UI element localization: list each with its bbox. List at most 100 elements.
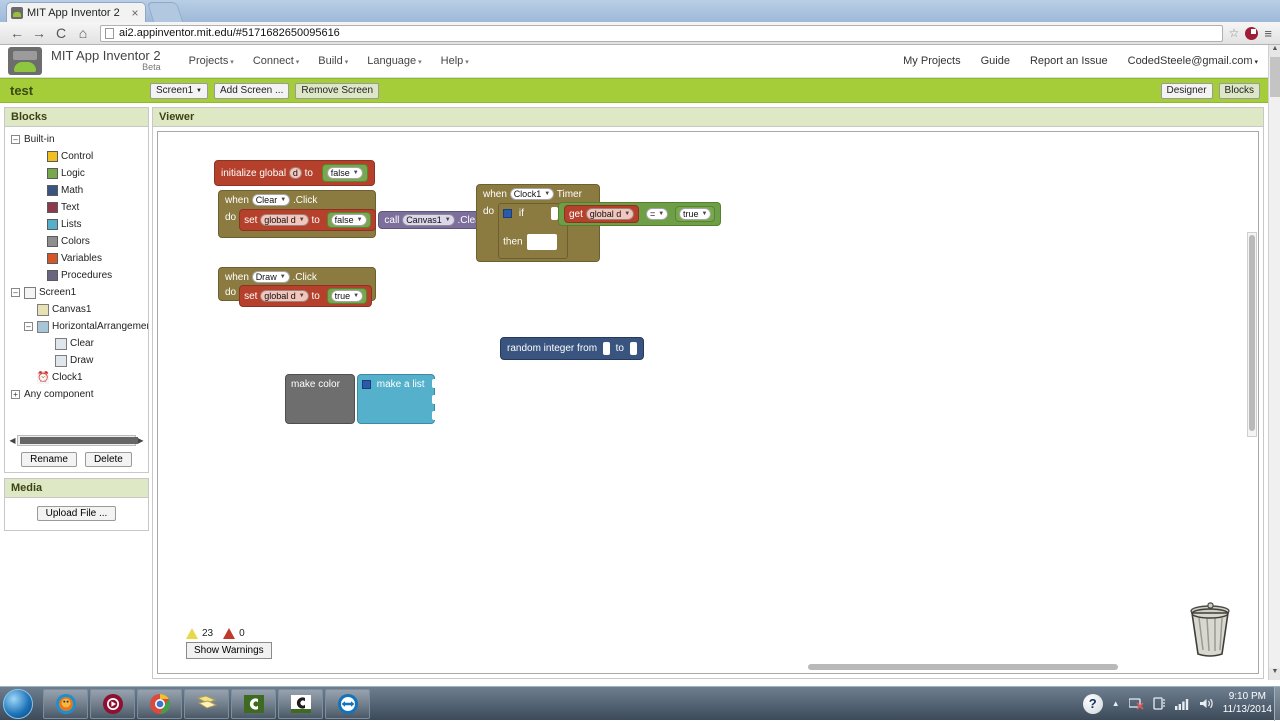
list-socket-2[interactable] <box>432 395 438 404</box>
tree-node-builtin[interactable]: ‒ Built-in <box>7 131 146 148</box>
blocks-button[interactable]: Blocks <box>1218 82 1260 99</box>
collapse-icon[interactable]: ‒ <box>11 288 20 297</box>
screen-selector[interactable]: Screen1 ▼ <box>150 82 208 99</box>
block-random-integer[interactable]: random integer from to <box>500 337 644 360</box>
bookmark-star-icon[interactable]: ☆ <box>1229 26 1240 40</box>
show-warnings-button[interactable]: Show Warnings <box>186 642 272 659</box>
taskbar-firefox-button[interactable] <box>43 688 88 719</box>
taskbar-camtasia-studio-button[interactable] <box>278 688 323 719</box>
block-logic-compare[interactable]: get global d ▼ = ▼ true ▼ <box>558 202 722 226</box>
scroll-up-icon[interactable]: ▲ <box>1269 45 1280 57</box>
blocks-workspace[interactable]: initialize global d to false ▼ when Clear… <box>157 131 1259 674</box>
home-icon[interactable]: ⌂ <box>72 23 94 43</box>
draw-component-dropdown[interactable]: Draw ▼ <box>251 271 290 283</box>
chrome-menu-icon[interactable]: ≡ <box>1264 26 1272 41</box>
page-scroll-thumb[interactable] <box>1270 57 1280 97</box>
init-global-name[interactable]: d <box>288 167 302 179</box>
sidebar-item-math[interactable]: Math <box>7 182 146 199</box>
sidebar-item-procedures[interactable]: Procedures <box>7 267 146 284</box>
network-disconnected-icon[interactable] <box>1128 697 1144 710</box>
tree-node-screen1[interactable]: ‒ Screen1 <box>7 284 146 301</box>
block-make-color[interactable]: make color <box>285 374 355 424</box>
scroll-thumb[interactable] <box>20 437 138 444</box>
sidebar-item-variables[interactable]: Variables <box>7 250 146 267</box>
start-button[interactable] <box>3 688 33 719</box>
sidebar-item-colors[interactable]: Colors <box>7 233 146 250</box>
account-email[interactable]: CodedSteele@gmail.com <box>1128 55 1258 67</box>
tree-horizontal-scrollbar[interactable]: ◀ ▶ <box>8 434 145 447</box>
block-logic-true[interactable]: true ▼ <box>326 288 368 304</box>
scroll-track[interactable] <box>17 435 138 446</box>
signal-strength-icon[interactable] <box>1174 698 1190 710</box>
menu-language[interactable]: Language <box>367 55 421 67</box>
block-initialize-global[interactable]: initialize global d to false ▼ <box>214 160 375 186</box>
sidebar-item-lists[interactable]: Lists <box>7 216 146 233</box>
delete-button[interactable]: Delete <box>84 452 132 467</box>
reload-icon[interactable]: C <box>50 23 72 43</box>
add-screen-button[interactable]: Add Screen ... <box>213 82 290 99</box>
logic-true-value[interactable]: true ▼ <box>330 290 364 302</box>
tree-node-any-component[interactable]: + Any component <box>7 386 146 403</box>
taskbar-chrome-button[interactable] <box>137 688 182 719</box>
logic-false-value[interactable]: false ▼ <box>326 167 363 179</box>
block-logic-false[interactable]: false ▼ <box>321 164 368 182</box>
canvas-component-dropdown[interactable]: Canvas1 ▼ <box>402 214 455 226</box>
scroll-down-icon[interactable]: ▼ <box>1269 668 1280 680</box>
workspace-vertical-scrollbar[interactable] <box>1247 232 1257 437</box>
sidebar-item-draw[interactable]: Draw <box>7 352 146 369</box>
workspace-hscroll-thumb[interactable] <box>808 664 1118 670</box>
clock-component-dropdown[interactable]: Clock1 ▼ <box>509 188 555 200</box>
mutator-icon[interactable] <box>503 209 513 218</box>
upload-file-button[interactable]: Upload File ... <box>36 506 117 521</box>
volume-icon[interactable] <box>1199 697 1214 710</box>
sidebar-item-clear[interactable]: Clear <box>7 335 146 352</box>
back-icon[interactable]: ← <box>6 23 28 43</box>
collapse-icon[interactable]: ‒ <box>11 135 20 144</box>
block-logic-false-2[interactable]: false ▼ <box>326 212 371 228</box>
comparison-operator-dropdown[interactable]: = ▼ <box>645 208 669 220</box>
new-tab-button[interactable] <box>146 2 184 22</box>
menu-build[interactable]: Build <box>318 55 348 67</box>
taskbar-teamviewer-button[interactable] <box>325 688 370 719</box>
designer-button[interactable]: Designer <box>1160 82 1213 99</box>
sidebar-item-clock1[interactable]: ⏰ Clock1 <box>7 369 146 386</box>
block-call-canvas-clear[interactable]: call Canvas1 ▼ .Clear <box>378 211 491 229</box>
mutator-icon-list[interactable] <box>362 379 371 389</box>
action-center-icon[interactable] <box>1153 697 1166 710</box>
logic-true-value-2[interactable]: true ▼ <box>678 208 712 220</box>
block-make-a-list[interactable]: make a list <box>357 374 438 424</box>
set-var-dropdown[interactable]: global d ▼ <box>260 214 309 226</box>
block-when-draw-click[interactable]: when Draw▼ .Click do set global d▼ to <box>218 267 376 307</box>
block-set-global-false[interactable]: set global d ▼ to false ▼ <box>239 209 376 231</box>
list-socket-3[interactable] <box>432 411 438 420</box>
random-to-socket[interactable] <box>629 342 637 355</box>
logic-false-value-2[interactable]: false ▼ <box>330 214 367 226</box>
collapse-icon[interactable]: ‒ <box>24 322 33 331</box>
menu-connect[interactable]: Connect <box>253 55 299 67</box>
if-condition-socket[interactable] <box>550 207 558 220</box>
random-from-socket[interactable] <box>602 342 610 355</box>
clock[interactable]: 9:10 PM 11/13/2014 <box>1223 691 1272 716</box>
browser-tab-active[interactable]: MIT App Inventor 2 × <box>6 2 146 22</box>
list-socket-1[interactable] <box>432 379 438 388</box>
tab-close-icon[interactable]: × <box>129 6 141 20</box>
set-var-dropdown-2[interactable]: global d ▼ <box>260 290 309 302</box>
taskbar-media-player-button[interactable] <box>90 688 135 719</box>
sidebar-item-logic[interactable]: Logic <box>7 165 146 182</box>
forward-icon[interactable]: → <box>28 23 50 43</box>
block-logic-true-2[interactable]: true ▼ <box>674 206 716 222</box>
menu-projects[interactable]: Projects <box>189 55 234 67</box>
taskbar-explorer-button[interactable] <box>184 688 229 719</box>
taskbar-camtasia-button[interactable] <box>231 688 276 719</box>
sidebar-item-canvas1[interactable]: Canvas1 <box>7 301 146 318</box>
help-icon[interactable]: ? <box>1082 693 1103 714</box>
scroll-left-icon[interactable]: ◀ <box>8 436 17 445</box>
menu-help[interactable]: Help <box>441 55 469 67</box>
sidebar-item-control[interactable]: Control <box>7 148 146 165</box>
sidebar-item-horizontalarrangement1[interactable]: ‒ HorizontalArrangement1 <box>7 318 148 335</box>
show-desktop-button[interactable] <box>1274 687 1280 721</box>
block-get-global-d[interactable]: get global d ▼ <box>564 205 640 223</box>
get-var-dropdown[interactable]: global d ▼ <box>585 208 635 220</box>
link-my-projects[interactable]: My Projects <box>903 55 960 67</box>
expand-icon[interactable]: + <box>11 390 20 399</box>
